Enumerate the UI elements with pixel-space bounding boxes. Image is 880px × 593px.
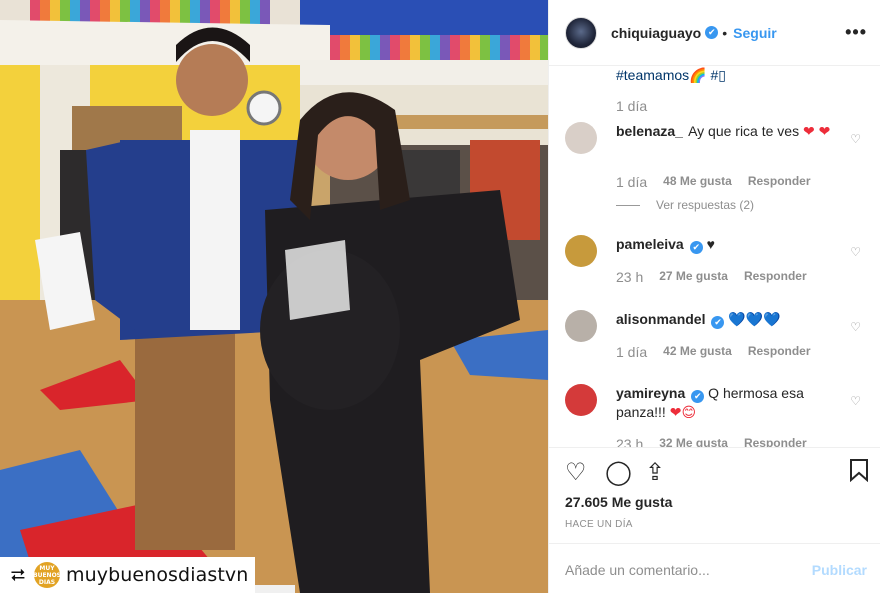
verified-badge-icon: ✔	[705, 26, 719, 39]
comment-like-icon[interactable]: ♡	[850, 132, 861, 146]
author-username[interactable]: chiquiaguayo	[611, 25, 701, 41]
commenter-avatar[interactable]	[565, 384, 597, 416]
commenter-username[interactable]: alisonmandel	[616, 311, 705, 327]
repost-banner: ⮂ MUY BUENOS DIAS muybuenosdiastvn	[0, 557, 255, 593]
post-photo[interactable]: ⮂ MUY BUENOS DIAS muybuenosdiastvn	[0, 0, 548, 593]
share-icon[interactable]: ⇪	[645, 458, 665, 487]
post-date[interactable]: HACE UN DÍA	[565, 519, 633, 530]
follow-button[interactable]: Seguir	[733, 25, 777, 41]
verified-badge-icon: ✔	[691, 390, 705, 403]
comment-time[interactable]: 23 h	[616, 269, 643, 285]
comment-likes[interactable]: 27 Me gusta	[659, 269, 728, 285]
comment-text: pameleiva ✔ ♥	[616, 235, 846, 254]
comment-meta: 1 día 42 Me gusta Responder	[616, 344, 811, 360]
repost-account-name: muybuenosdiastvn	[66, 564, 249, 586]
header-separator: •	[722, 24, 728, 41]
commenter-username[interactable]: pameleiva	[616, 236, 684, 252]
commenter-avatar[interactable]	[565, 235, 597, 267]
comment-input[interactable]: Añade un comentario...	[565, 562, 710, 578]
view-replies-label: Ver respuestas (2)	[656, 198, 755, 212]
comments-list[interactable]: #teamamos🌈 #▯ 1 día belenaza_ Ay que ric…	[549, 67, 880, 447]
comment-time[interactable]: 1 día	[616, 344, 647, 360]
comment-bubble-icon[interactable]: ◯	[605, 458, 632, 487]
commenter-avatar[interactable]	[565, 122, 597, 154]
comment-time[interactable]: 1 día	[616, 174, 647, 190]
comment-likes[interactable]: 32 Me gusta	[659, 436, 728, 447]
publish-button[interactable]: Publicar	[812, 562, 867, 578]
channel-logo: MUY BUENOS DIAS	[33, 562, 61, 588]
comment-likes[interactable]: 48 Me gusta	[663, 174, 732, 190]
caption-hashtags[interactable]: #teamamos🌈 #▯	[616, 67, 726, 84]
commenter-avatar[interactable]	[565, 310, 597, 342]
verified-badge-icon: ✔	[689, 241, 703, 254]
comment-emoji: ❤ ❤	[802, 123, 831, 139]
verified-badge-icon: ✔	[711, 316, 725, 329]
comment-meta: 23 h 27 Me gusta Responder	[616, 269, 807, 285]
likes-count[interactable]: 27.605 Me gusta	[565, 494, 672, 510]
reply-button[interactable]: Responder	[744, 269, 807, 285]
reply-button[interactable]: Responder	[748, 174, 811, 190]
commenter-username[interactable]: belenaza_	[616, 123, 683, 139]
save-bookmark-icon[interactable]	[849, 458, 869, 488]
more-options-icon[interactable]: •••	[845, 22, 867, 43]
comment-time[interactable]: 23 h	[616, 436, 643, 447]
author-avatar[interactable]	[565, 16, 597, 49]
repost-icon: ⮂	[10, 564, 26, 585]
bookmark-glyph	[850, 459, 868, 483]
reply-button[interactable]: Responder	[748, 344, 811, 360]
comment-text: alisonmandel ✔ 💙💙💙	[616, 310, 846, 329]
like-heart-icon[interactable]: ♡	[565, 458, 587, 487]
reply-button[interactable]: Responder	[744, 436, 807, 447]
comment-message: Ay que rica te ves	[688, 123, 800, 139]
comment-text: belenaza_ Ay que rica te ves ❤ ❤	[616, 122, 846, 141]
post-actions: ♡ ◯ ⇪ 27.605 Me gusta HACE UN DÍA	[549, 447, 880, 543]
comment-emoji: 💙💙💙	[728, 311, 781, 327]
comment-emoji: ❤😊	[669, 404, 697, 420]
post-header: chiquiaguayo ✔ • Seguir •••	[549, 0, 880, 66]
comment-emoji: ♥	[706, 236, 715, 252]
commenter-username[interactable]: yamireyna	[616, 385, 685, 401]
view-replies-button[interactable]: Ver respuestas (2)	[616, 198, 754, 212]
comment-meta: 1 día 48 Me gusta Responder	[616, 174, 811, 190]
comment-like-icon[interactable]: ♡	[850, 320, 861, 334]
replies-divider	[616, 204, 640, 206]
comment-meta: 23 h 32 Me gusta Responder	[616, 436, 807, 447]
comment-text: yamireyna ✔ Q hermosa esa panza!!! ❤😊	[616, 384, 846, 422]
add-comment-bar: Añade un comentario... Publicar	[549, 543, 880, 593]
comment-likes[interactable]: 42 Me gusta	[663, 344, 732, 360]
caption-timestamp[interactable]: 1 día	[616, 98, 647, 114]
post-details-panel: chiquiaguayo ✔ • Seguir ••• #teamamos🌈 #…	[548, 0, 880, 593]
comment-like-icon[interactable]: ♡	[850, 394, 861, 408]
studio-photo-illustration	[0, 0, 548, 593]
comment-like-icon[interactable]: ♡	[850, 245, 861, 259]
